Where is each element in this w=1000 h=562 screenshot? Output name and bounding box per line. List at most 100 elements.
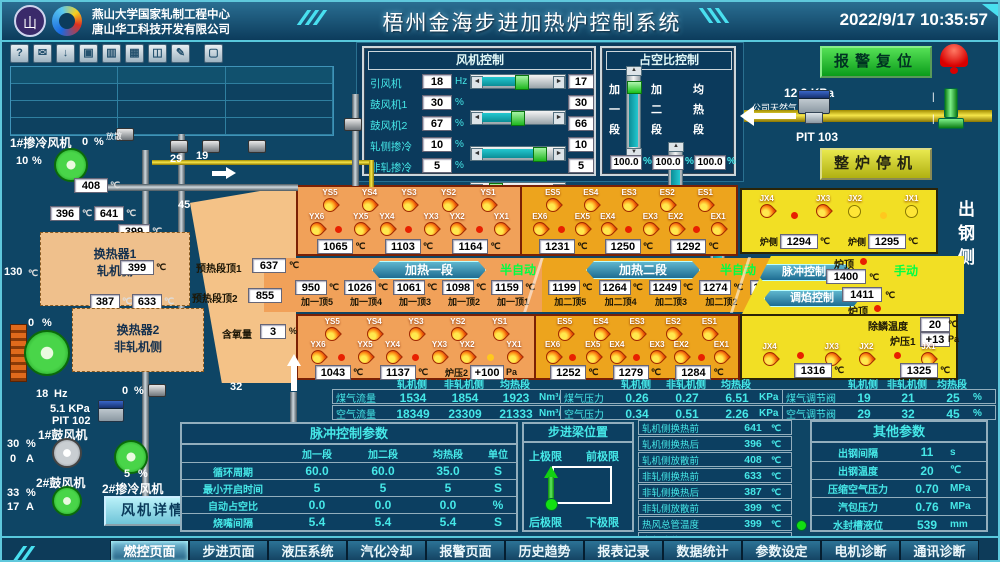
burner[interactable]: EX2	[674, 340, 689, 364]
burner[interactable]: EX4	[600, 212, 615, 236]
alarm-list[interactable]	[10, 66, 334, 136]
burner[interactable]: EX2	[668, 212, 683, 236]
burner[interactable]: YX4	[385, 340, 400, 364]
chart-icon[interactable]: ▥	[102, 44, 121, 63]
burner[interactable]: ES1	[698, 188, 713, 212]
burner[interactable]: ES3	[621, 188, 636, 212]
burner[interactable]: YS4	[362, 188, 377, 212]
tab-comm-diagnosis[interactable]: 通讯诊断	[900, 540, 979, 562]
flow-arrow-icon	[226, 167, 236, 179]
burner[interactable]: YS3	[401, 188, 416, 212]
burner[interactable]: EX6	[545, 340, 560, 364]
burner[interactable]: ES2	[660, 188, 675, 212]
burner[interactable]: YX1	[494, 212, 509, 236]
burner[interactable]: JX3	[816, 194, 830, 218]
burner[interactable]: JX4	[762, 342, 776, 366]
burner[interactable]: YX2	[450, 212, 465, 236]
burner[interactable]: ES5	[557, 317, 572, 341]
burner[interactable]: YX4	[379, 212, 394, 236]
tab-history-trend[interactable]: 历史趋势	[505, 540, 584, 562]
burner[interactable]: YX2	[459, 340, 474, 364]
burner[interactable]: EX5	[585, 340, 600, 364]
tab-statistics[interactable]: 数据统计	[663, 540, 742, 562]
fan-setpoint[interactable]: 30	[568, 95, 594, 110]
burner[interactable]: EX1	[711, 212, 726, 236]
burner[interactable]: JX2	[859, 342, 873, 366]
tab-alarm[interactable]: 报警页面	[426, 540, 505, 562]
alarm-row	[11, 84, 333, 101]
burner[interactable]: EX3	[643, 212, 658, 236]
valve-actuator-icon[interactable]	[148, 384, 166, 397]
burner[interactable]: YX5	[353, 212, 368, 236]
fan-slider[interactable]: ◄►	[470, 74, 566, 89]
gas-valve-icon[interactable]	[944, 88, 958, 118]
burner[interactable]: EX6	[532, 212, 547, 236]
pressure-transmitter-icon[interactable]	[98, 400, 124, 422]
tab-hydraulic[interactable]: 液压系统	[268, 540, 347, 562]
report-icon[interactable]: ▦	[125, 44, 144, 63]
heating1-zone-button[interactable]: 加热一段	[372, 261, 486, 279]
download-icon[interactable]: ↓	[56, 44, 75, 63]
burner[interactable]: ES5	[545, 188, 560, 212]
burner[interactable]: ES1	[702, 317, 717, 341]
alarm-reset-button[interactable]: 报警复位	[820, 46, 932, 78]
furnace-shutdown-button[interactable]: 整炉停机	[820, 148, 932, 180]
fan-slider[interactable]: ◄►	[470, 146, 566, 161]
pressure-transmitter-icon[interactable]	[798, 90, 830, 114]
burner[interactable]: YX3	[432, 340, 447, 364]
burner[interactable]: ES4	[583, 188, 598, 212]
burner[interactable]: ES4	[593, 317, 608, 341]
burner[interactable]: YX6	[309, 212, 324, 236]
valve-actuator-icon[interactable]	[170, 140, 188, 153]
fan-slider[interactable]: ◄►	[470, 110, 566, 125]
burner[interactable]: ES2	[666, 317, 681, 341]
burner[interactable]: YS4	[367, 317, 382, 341]
burner[interactable]: YX5	[357, 340, 372, 364]
burner[interactable]: YS1	[480, 188, 495, 212]
burner[interactable]: YS2	[441, 188, 456, 212]
heating2-zone-button[interactable]: 加热二段	[586, 261, 700, 279]
burner[interactable]: YX1	[506, 340, 521, 364]
burner[interactable]: YS1	[492, 317, 507, 341]
alarm-bell-icon[interactable]	[940, 44, 968, 74]
fan-setpoint[interactable]: 5	[568, 158, 594, 173]
bottom-tab-bar: 燃控页面 步进页面 液压系统 汽化冷却 报警页面 历史趋势 报表记录 数据统计 …	[2, 536, 1000, 562]
valve-actuator-icon[interactable]	[344, 118, 362, 131]
tab-combustion[interactable]: 燃控页面	[110, 540, 189, 562]
burner[interactable]: JX2	[848, 194, 862, 218]
fan-setpoint[interactable]: 17	[568, 74, 594, 89]
blower1-icon[interactable]	[52, 438, 82, 468]
burner[interactable]: YX3	[423, 212, 438, 236]
help-icon[interactable]: ?	[10, 44, 29, 63]
tab-settings[interactable]: 参数设定	[742, 540, 821, 562]
burner[interactable]: JX1	[904, 194, 918, 218]
burner[interactable]: YX6	[310, 340, 325, 364]
fan-setpoint[interactable]: 10	[568, 137, 594, 152]
mix-fan1-icon[interactable]	[54, 148, 88, 182]
burner[interactable]: YS5	[322, 188, 337, 212]
burner[interactable]: YS5	[325, 317, 340, 341]
burner[interactable]: EX4	[609, 340, 624, 364]
tab-walking-beam[interactable]: 步进页面	[189, 540, 268, 562]
valve-actuator-icon[interactable]	[248, 140, 266, 153]
burner[interactable]: EX5	[575, 212, 590, 236]
burner[interactable]: EX3	[649, 340, 664, 364]
burner[interactable]: EX1	[714, 340, 729, 364]
lock-icon[interactable]: ▢	[204, 44, 223, 63]
tab-vaporize-cooling[interactable]: 汽化冷却	[347, 540, 426, 562]
window-icon[interactable]: ◫	[148, 44, 167, 63]
duty-slider[interactable]: ▲▼	[626, 74, 641, 150]
burner[interactable]: JX4	[760, 194, 774, 218]
mail-icon[interactable]: ✉	[33, 44, 52, 63]
folder-icon[interactable]: ▣	[79, 44, 98, 63]
tab-motor-diagnosis[interactable]: 电机诊断	[821, 540, 900, 562]
tab-report[interactable]: 报表记录	[584, 540, 663, 562]
burner[interactable]: YS3	[408, 317, 423, 341]
burner[interactable]: YS2	[450, 317, 465, 341]
pen-icon[interactable]: ✎	[171, 44, 190, 63]
blower2-icon[interactable]	[52, 486, 82, 516]
induced-draft-fan-icon[interactable]	[24, 330, 70, 376]
burner[interactable]: ES3	[629, 317, 644, 341]
fan-setpoint[interactable]: 66	[568, 116, 594, 131]
temp-box: 399	[120, 260, 154, 275]
